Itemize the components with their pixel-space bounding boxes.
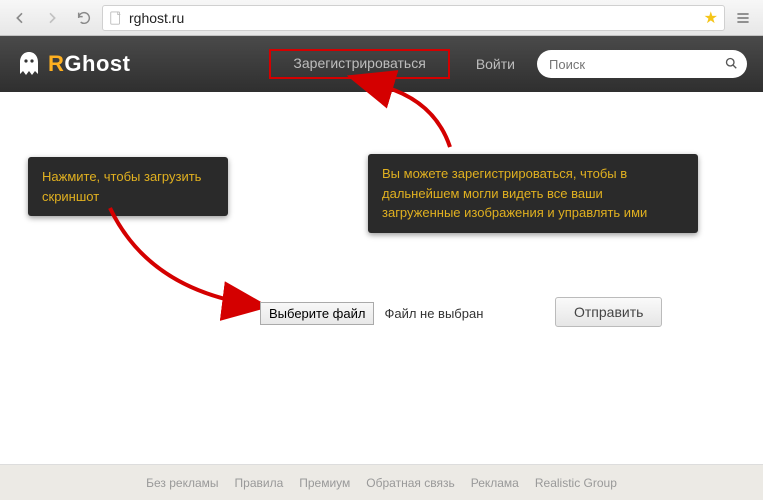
url-text: rghost.ru xyxy=(129,10,698,26)
footer-link-feedback[interactable]: Обратная связь xyxy=(366,476,454,490)
address-bar[interactable]: rghost.ru ★ xyxy=(102,5,725,31)
chrome-menu-button[interactable] xyxy=(729,5,757,31)
annotation-register-tip: Вы можете зарегистрироваться, чтобы в да… xyxy=(368,154,698,233)
footer-link-premium[interactable]: Премиум xyxy=(299,476,350,490)
register-link-highlight: Зарегистрироваться xyxy=(269,49,449,79)
footer-link-rules[interactable]: Правила xyxy=(235,476,284,490)
login-link[interactable]: Войти xyxy=(476,56,515,72)
no-file-label: Файл не выбран xyxy=(384,306,483,321)
search-icon[interactable] xyxy=(725,56,737,72)
browser-toolbar: rghost.ru ★ xyxy=(0,0,763,36)
page-body: Нажмите, чтобы загрузить скриншот Вы мож… xyxy=(0,92,763,464)
footer-link-ads[interactable]: Реклама xyxy=(471,476,519,490)
search-input[interactable] xyxy=(549,57,725,72)
file-upload-row: Выберите файл Файл не выбран xyxy=(260,302,483,325)
footer-link-noads[interactable]: Без рекламы xyxy=(146,476,218,490)
page-icon xyxy=(109,11,123,25)
choose-file-button[interactable]: Выберите файл xyxy=(260,302,374,325)
back-button[interactable] xyxy=(6,5,34,31)
site-logo[interactable]: RGhost xyxy=(16,50,130,78)
annotation-upload-tip: Нажмите, чтобы загрузить скриншот xyxy=(28,157,228,216)
submit-button[interactable]: Отправить xyxy=(555,297,662,327)
register-link[interactable]: Зарегистрироваться xyxy=(293,55,425,71)
site-header: RGhost Зарегистрироваться Войти xyxy=(0,36,763,92)
search-box[interactable] xyxy=(537,50,747,78)
footer: Без рекламы Правила Премиум Обратная свя… xyxy=(0,464,763,500)
logo-text: RGhost xyxy=(48,51,130,77)
footer-link-rg[interactable]: Realistic Group xyxy=(535,476,617,490)
bookmark-star-icon[interactable]: ★ xyxy=(704,8,718,28)
ghost-icon xyxy=(16,50,42,78)
forward-button[interactable] xyxy=(38,5,66,31)
reload-button[interactable] xyxy=(70,5,98,31)
